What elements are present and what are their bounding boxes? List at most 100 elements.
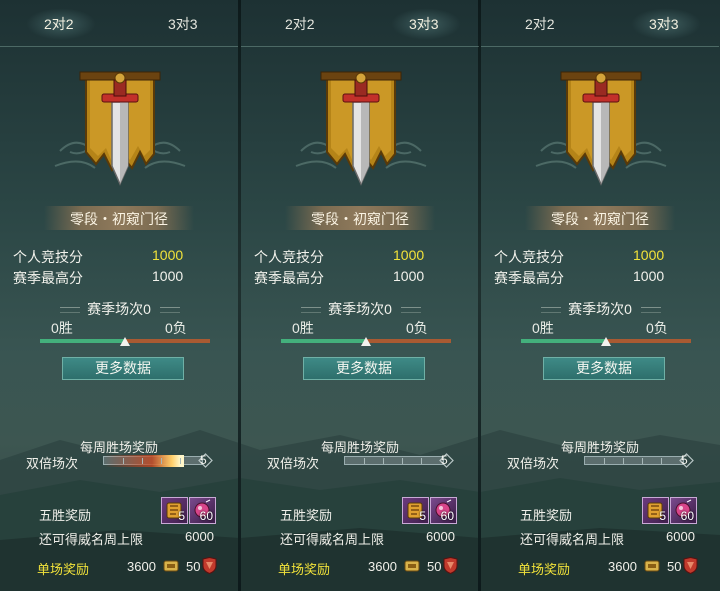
double-bar-segment — [661, 458, 662, 464]
tab-3v3[interactable]: 3对3 — [168, 14, 198, 34]
double-matches-label: 双倍场次 — [267, 456, 320, 471]
double-bar-segment — [623, 458, 624, 464]
double-matches-count: 5 — [200, 453, 207, 467]
sword-banner-emblem-icon — [291, 56, 431, 196]
mode-tabs: 2对2 3对3 — [241, 0, 479, 47]
double-bar-segment — [180, 458, 181, 464]
potion-item-icon[interactable]: 60 — [189, 497, 216, 524]
more-data-button[interactable]: 更多数据 — [62, 357, 184, 380]
sword-banner-emblem-icon — [50, 56, 190, 196]
reward-item-count: 5 — [659, 509, 666, 523]
single-reward-amount: 3600 — [608, 559, 637, 574]
five-win-reward-label: 五胜奖励 — [39, 508, 92, 523]
sword-banner-emblem-icon — [531, 56, 671, 196]
five-win-reward-label: 五胜奖励 — [520, 508, 573, 523]
coin-icon — [163, 558, 179, 574]
remaining-weekly-cap-value: 6000 — [666, 529, 695, 544]
single-reward-token-amount: 50 — [427, 559, 442, 574]
remaining-weekly-cap-label: 还可得威名周上限 — [39, 532, 144, 547]
reward-item-icon[interactable]: 5 — [161, 497, 188, 524]
remaining-weekly-cap-value: 6000 — [426, 529, 455, 544]
single-match-reward-label: 单场奖励 — [518, 562, 571, 577]
potion-item-icon[interactable]: 60 — [430, 497, 457, 524]
personal-score-label: 个人竞技分 — [254, 249, 324, 265]
single-match-reward-label: 单场奖励 — [37, 562, 90, 577]
single-reward-amount: 3600 — [368, 559, 397, 574]
single-reward-token-amount: 50 — [667, 559, 682, 574]
personal-score-label: 个人竞技分 — [494, 249, 564, 265]
potion-item-count: 60 — [680, 509, 694, 523]
single-reward-token-amount: 50 — [186, 559, 201, 574]
personal-score-value: 1000 — [393, 247, 425, 263]
rank-title: 零段・初窥门径 — [551, 211, 649, 227]
win-loss-marker — [601, 337, 611, 346]
double-matches-count: 5 — [681, 453, 688, 467]
win-loss-marker — [361, 337, 371, 346]
tab-2v2[interactable]: 2对2 — [44, 14, 74, 34]
single-reward-amount: 3600 — [127, 559, 156, 574]
rank-title: 零段・初窥门径 — [70, 211, 168, 227]
season-matches-title: 赛季场次0 — [328, 301, 392, 317]
double-bar-segment — [142, 458, 143, 464]
remaining-weekly-cap-label: 还可得威名周上限 — [280, 532, 385, 547]
tab-3v3[interactable]: 3对3 — [409, 14, 439, 34]
season-matches-title: 赛季场次0 — [568, 301, 632, 317]
season-best-value: 1000 — [393, 268, 425, 284]
shield-token-icon — [443, 556, 458, 575]
rank-banner: 零段・初窥门径 — [285, 206, 435, 230]
rank-title: 零段・初窥门径 — [311, 211, 409, 227]
double-matches-bar — [344, 456, 444, 465]
potion-item-count: 60 — [199, 509, 213, 523]
remaining-weekly-cap-value: 6000 — [185, 529, 214, 544]
potion-item-icon[interactable]: 60 — [670, 497, 697, 524]
tab-2v2[interactable]: 2对2 — [525, 14, 555, 34]
season-matches-title: 赛季场次0 — [87, 301, 151, 317]
season-best-value: 1000 — [633, 268, 665, 284]
double-bar-segment — [383, 458, 384, 464]
reward-item-icon[interactable]: 5 — [402, 497, 429, 524]
season-best-value: 1000 — [152, 268, 184, 284]
win-loss-marker — [120, 337, 130, 346]
tab-2v2[interactable]: 2对2 — [285, 14, 315, 34]
double-bar-segment — [364, 458, 365, 464]
wins-count: 0胜 — [532, 320, 554, 336]
double-bar-segment — [123, 458, 124, 464]
mode-tabs: 2对2 3对3 — [0, 0, 238, 47]
losses-count: 0负 — [165, 320, 187, 336]
win-loss-bar-fill — [521, 339, 606, 343]
reward-item-icon[interactable]: 5 — [642, 497, 669, 524]
more-data-button[interactable]: 更多数据 — [543, 357, 665, 380]
rank-banner: 零段・初窥门径 — [44, 206, 194, 230]
wins-count: 0胜 — [51, 320, 73, 336]
season-best-label: 赛季最高分 — [13, 270, 83, 286]
rank-banner: 零段・初窥门径 — [525, 206, 675, 230]
win-loss-bar-fill — [281, 339, 366, 343]
double-matches-bar — [584, 456, 684, 465]
remaining-weekly-cap-label: 还可得威名周上限 — [520, 532, 625, 547]
personal-score-value: 1000 — [152, 247, 184, 263]
coin-icon — [644, 558, 660, 574]
double-matches-count: 5 — [441, 453, 448, 467]
win-loss-bar-fill — [40, 339, 125, 343]
double-bar-segment — [402, 458, 403, 464]
more-data-button[interactable]: 更多数据 — [303, 357, 425, 380]
five-win-reward-label: 五胜奖励 — [280, 508, 333, 523]
losses-count: 0负 — [646, 320, 668, 336]
personal-score-label: 个人竞技分 — [13, 249, 83, 265]
arena-panel: 2对2 3对3 零段・初窥门径 个人竞技分 1000 赛季最高分 1000 赛季… — [0, 0, 238, 591]
double-bar-segment — [421, 458, 422, 464]
single-match-reward-label: 单场奖励 — [278, 562, 331, 577]
double-bar-progress — [104, 455, 184, 467]
double-bar-segment — [642, 458, 643, 464]
reward-item-count: 5 — [178, 509, 185, 523]
double-matches-label: 双倍场次 — [26, 456, 79, 471]
season-best-label: 赛季最高分 — [494, 270, 564, 286]
tab-3v3[interactable]: 3对3 — [649, 14, 679, 34]
wins-count: 0胜 — [292, 320, 314, 336]
double-matches-label: 双倍场次 — [507, 456, 560, 471]
losses-count: 0负 — [406, 320, 428, 336]
arena-panel: 2对2 3对3 零段・初窥门径 个人竞技分 1000 赛季最高分 1000 赛季… — [241, 0, 479, 591]
reward-item-count: 5 — [419, 509, 426, 523]
season-best-label: 赛季最高分 — [254, 270, 324, 286]
shield-token-icon — [683, 556, 698, 575]
